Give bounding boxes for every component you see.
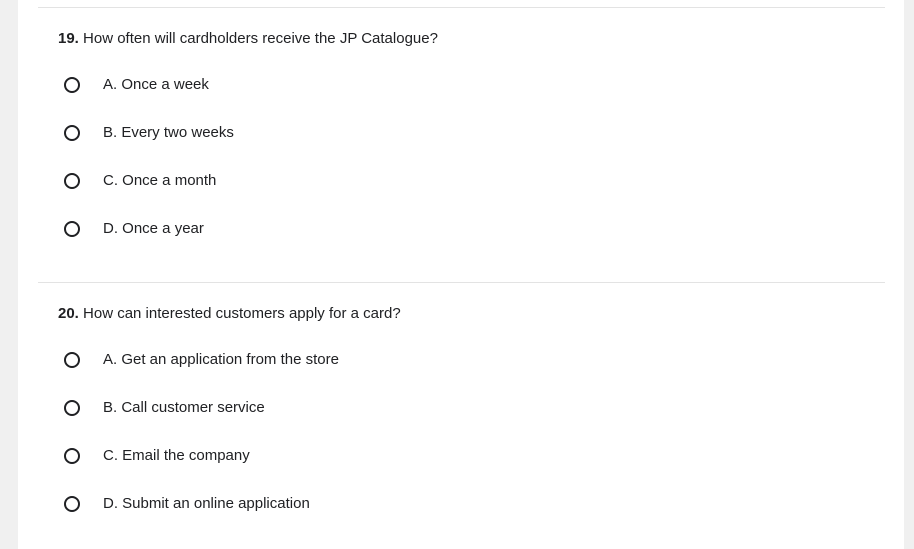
radio-button-icon[interactable] — [64, 448, 80, 464]
option-20-c[interactable]: C. Email the company — [64, 446, 250, 466]
radio-button-icon[interactable] — [64, 221, 80, 237]
option-label: C. Once a month — [103, 172, 217, 189]
section-divider — [38, 282, 885, 283]
option-19-c[interactable]: C. Once a month — [64, 171, 216, 191]
question-number: 20. — [58, 305, 79, 322]
option-label: D. Submit an online application — [103, 495, 310, 512]
option-19-b[interactable]: B. Every two weeks — [64, 123, 234, 143]
radio-button-icon[interactable] — [64, 352, 80, 368]
radio-button-icon[interactable] — [64, 496, 80, 512]
radio-button-icon[interactable] — [64, 173, 80, 189]
option-20-d[interactable]: D. Submit an online application — [64, 494, 310, 514]
option-label: D. Once a year — [103, 220, 204, 237]
section-divider — [38, 7, 885, 8]
question-number: 19. — [58, 30, 79, 47]
option-19-d[interactable]: D. Once a year — [64, 219, 204, 239]
option-20-b[interactable]: B. Call customer service — [64, 398, 265, 418]
option-label: B. Every two weeks — [103, 124, 234, 141]
option-label: A. Get an application from the store — [103, 351, 339, 368]
quiz-page: 19. How often will cardholders receive t… — [18, 0, 904, 549]
question-19: 19. How often will cardholders receive t… — [58, 29, 438, 49]
option-19-a[interactable]: A. Once a week — [64, 75, 209, 95]
question-20: 20. How can interested customers apply f… — [58, 304, 401, 324]
radio-button-icon[interactable] — [64, 125, 80, 141]
radio-button-icon[interactable] — [64, 400, 80, 416]
radio-button-icon[interactable] — [64, 77, 80, 93]
option-label: B. Call customer service — [103, 399, 265, 416]
option-label: C. Email the company — [103, 447, 250, 464]
question-text: How can interested customers apply for a… — [83, 305, 401, 322]
option-20-a[interactable]: A. Get an application from the store — [64, 350, 339, 370]
option-label: A. Once a week — [103, 76, 209, 93]
question-text: How often will cardholders receive the J… — [83, 30, 438, 47]
